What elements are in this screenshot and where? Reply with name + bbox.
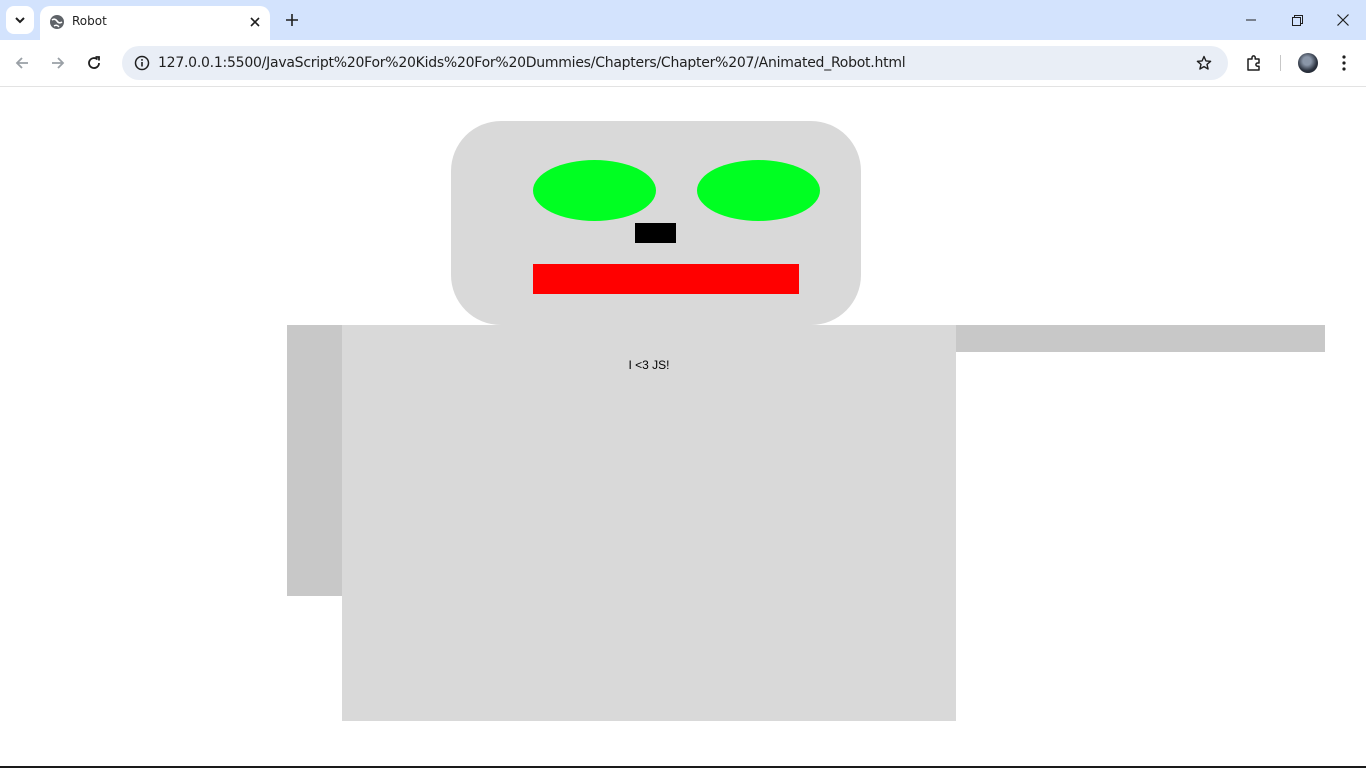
back-arrow-icon <box>15 57 28 69</box>
extensions-button[interactable] <box>1240 49 1268 77</box>
restore-icon <box>1291 14 1303 26</box>
url-text[interactable]: 127.0.0.1:5500/JavaScript%20For%20Kids%2… <box>158 55 906 71</box>
forward-button[interactable] <box>44 49 72 77</box>
new-tab-button[interactable] <box>280 8 304 32</box>
tab-close-button[interactable] <box>246 13 264 31</box>
reload-button[interactable] <box>80 49 108 77</box>
robot-body-text: I <3 JS! <box>628 358 670 372</box>
bookmark-button[interactable] <box>1192 51 1216 75</box>
browser-toolbar: 127.0.0.1:5500/JavaScript%20For%20Kids%2… <box>0 40 1366 87</box>
forward-arrow-icon <box>52 57 65 69</box>
kebab-menu-icon <box>1342 55 1346 71</box>
address-bar[interactable]: 127.0.0.1:5500/JavaScript%20For%20Kids%2… <box>122 46 1228 80</box>
tab-strip: Robot <box>0 0 1366 40</box>
info-icon <box>134 55 150 71</box>
robot-body: I <3 JS! <box>342 325 956 721</box>
reload-icon <box>88 56 100 69</box>
robot-left-arm <box>287 325 343 596</box>
close-window-button[interactable] <box>1320 0 1366 40</box>
toolbar-divider <box>1280 55 1281 71</box>
robot-left-eye <box>533 160 656 221</box>
robot-nose <box>635 223 676 243</box>
tab-title: Robot <box>72 14 107 28</box>
close-icon <box>250 17 260 27</box>
plus-icon <box>286 14 298 26</box>
site-info-button[interactable] <box>130 51 154 75</box>
puzzle-icon <box>1247 55 1260 71</box>
chevron-down-icon <box>15 17 25 24</box>
minimize-button[interactable] <box>1228 0 1274 40</box>
globe-icon <box>50 15 64 29</box>
tab-search-button[interactable] <box>6 6 34 34</box>
robot-right-eye <box>697 160 820 221</box>
close-icon <box>1337 14 1349 26</box>
minimize-icon <box>1246 19 1256 21</box>
back-button[interactable] <box>8 49 36 77</box>
restore-button[interactable] <box>1274 0 1320 40</box>
robot-right-arm <box>956 325 1325 352</box>
star-icon <box>1196 55 1212 70</box>
tab-robot[interactable]: Robot <box>40 6 270 40</box>
browser-menu-button[interactable] <box>1330 49 1358 77</box>
robot-mouth <box>533 264 799 294</box>
profile-avatar[interactable] <box>1298 53 1318 73</box>
